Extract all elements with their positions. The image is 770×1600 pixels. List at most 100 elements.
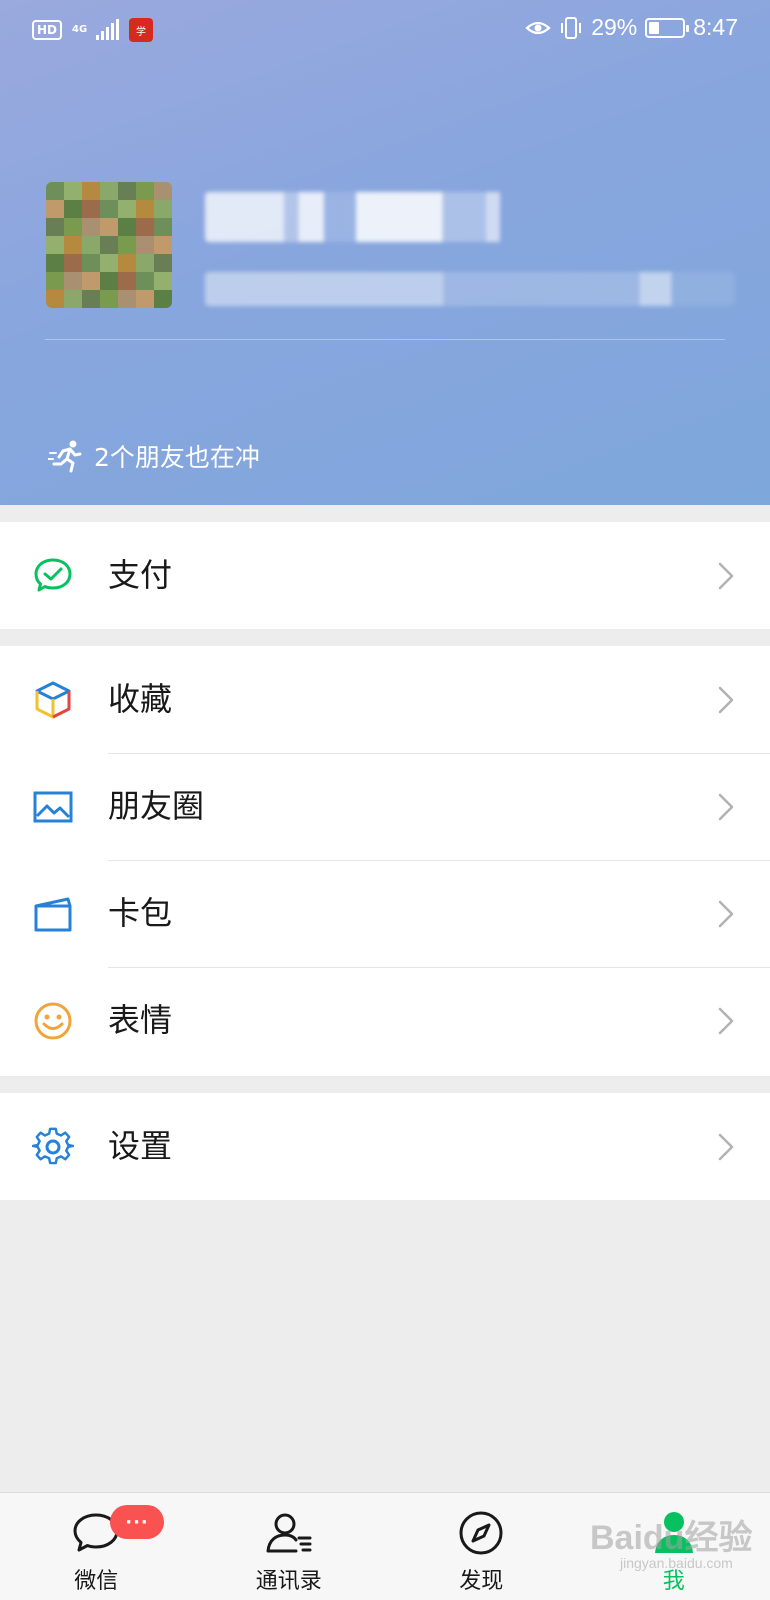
avatar-pixel (64, 218, 82, 236)
battery-icon (645, 17, 690, 38)
chevron-right-icon (718, 1133, 734, 1161)
nickname-redacted (205, 192, 565, 242)
menu-label-cards: 卡包 (108, 894, 173, 932)
avatar-pixel (136, 200, 154, 218)
avatar-pixel (100, 218, 118, 236)
compass-icon (459, 1511, 503, 1555)
chevron-right-icon (718, 1007, 734, 1035)
avatar-pixel (82, 200, 100, 218)
menu-item-moments[interactable]: 朋友圈 (0, 753, 770, 860)
avatar-pixel (154, 272, 172, 290)
avatar-pixel (100, 254, 118, 272)
avatar-pixel (136, 236, 154, 254)
avatar-pixel (64, 182, 82, 200)
avatar-pixel (154, 290, 172, 308)
menu-label-moments: 朋友圈 (108, 787, 205, 825)
tab-discover[interactable]: 发现 (385, 1493, 578, 1600)
status-bar: HD 4G 学 29% 8:47 (0, 0, 770, 60)
tab-contacts[interactable]: 通讯录 (193, 1493, 386, 1600)
avatar-pixel (82, 236, 100, 254)
avatar-pixel (118, 182, 136, 200)
tab-me[interactable]: 我 (578, 1493, 770, 1600)
chevron-right-icon (718, 900, 734, 928)
app-notification-icon: 学 (129, 18, 154, 42)
menu-group-main: 收藏 朋友圈 卡包 表情 (0, 646, 770, 1076)
avatar-pixel (118, 218, 136, 236)
unread-badge: ··· (110, 1505, 164, 1539)
menu-label-pay: 支付 (108, 556, 173, 594)
signal-icon (96, 19, 120, 40)
avatar-pixel (82, 272, 100, 290)
network-type: 4G (72, 24, 88, 35)
chevron-right-icon (718, 793, 734, 821)
menu-group-settings: 设置 (0, 1093, 770, 1200)
bottom-tab-bar: 微信 ··· 通讯录 发现 我 (0, 1492, 770, 1600)
avatar-pixel (46, 236, 64, 254)
avatar-pixel (46, 290, 64, 308)
avatar-pixel (46, 254, 64, 272)
avatar-pixel (136, 254, 154, 272)
avatar-pixel (46, 218, 64, 236)
profile-header: HD 4G 学 29% 8:47 2个朋友也在冲 (0, 0, 770, 505)
avatar-pixel (64, 236, 82, 254)
vibrate-icon (561, 16, 582, 39)
friends-status-link[interactable]: 2个朋友也在冲 (48, 438, 260, 474)
avatar-pixel (82, 218, 100, 236)
tab-label-chats: 微信 (74, 1569, 119, 1594)
avatar-pixel (64, 254, 82, 272)
clock: 8:47 (693, 14, 738, 40)
avatar-pixel (118, 254, 136, 272)
avatar-pixel (82, 254, 100, 272)
avatar-pixel (154, 200, 172, 218)
avatar-pixel (154, 218, 172, 236)
avatar-pixel (100, 290, 118, 308)
tab-chats[interactable]: 微信 ··· (0, 1493, 193, 1600)
favorites-cube-icon (35, 681, 71, 719)
avatar-pixel (100, 236, 118, 254)
avatar-pixel (154, 254, 172, 272)
menu-label-settings: 设置 (108, 1127, 173, 1165)
avatar-pixel (100, 272, 118, 290)
avatar-pixel (82, 182, 100, 200)
avatar-pixel (154, 236, 172, 254)
menu-group-pay: 支付 (0, 522, 770, 629)
menu-item-cards[interactable]: 卡包 (0, 860, 770, 967)
tab-label-me: 我 (662, 1569, 685, 1594)
menu-label-favorites: 收藏 (108, 680, 173, 718)
me-person-icon (654, 1512, 693, 1553)
avatar-pixel (100, 200, 118, 218)
avatar-pixel (154, 182, 172, 200)
avatar[interactable] (46, 182, 172, 308)
avatar-pixel (118, 290, 136, 308)
menu-item-stickers[interactable]: 表情 (0, 967, 770, 1074)
avatar-pixel (64, 290, 82, 308)
card-wallet-icon (34, 897, 72, 932)
avatar-pixel (136, 272, 154, 290)
menu-item-pay[interactable]: 支付 (0, 522, 770, 629)
friends-running-text: 2个朋友也在冲 (94, 443, 260, 472)
avatar-pixel (118, 236, 136, 254)
moments-picture-icon (33, 791, 73, 823)
battery-percent: 29% (591, 14, 638, 40)
contacts-person-icon (266, 1513, 312, 1553)
avatar-pixel (118, 272, 136, 290)
chevron-right-icon (718, 686, 734, 714)
avatar-pixel (100, 182, 118, 200)
avatar-pixel (46, 200, 64, 218)
menu-item-settings[interactable]: 设置 (0, 1093, 770, 1200)
eye-icon (525, 21, 551, 34)
avatar-pixel (136, 182, 154, 200)
header-divider (45, 339, 725, 340)
wechat-pay-icon (34, 558, 72, 592)
avatar-pixel (136, 290, 154, 308)
menu-item-favorites[interactable]: 收藏 (0, 646, 770, 753)
avatar-pixel (82, 290, 100, 308)
avatar-pixel (46, 182, 64, 200)
tab-label-contacts: 通讯录 (255, 1569, 322, 1594)
avatar-pixel (136, 218, 154, 236)
avatar-pixel (64, 272, 82, 290)
avatar-pixel (46, 272, 64, 290)
tab-label-discover: 发现 (459, 1569, 504, 1594)
wechat-id-redacted[interactable] (205, 272, 735, 306)
gear-icon (32, 1127, 74, 1165)
